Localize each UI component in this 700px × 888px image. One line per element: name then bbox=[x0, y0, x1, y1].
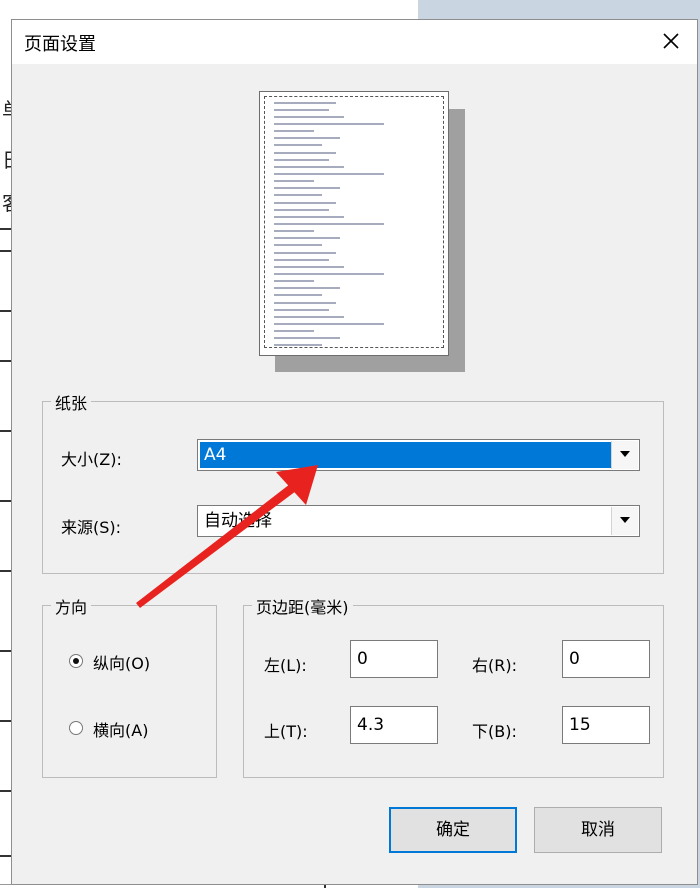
portrait-radio-label: 纵向(O) bbox=[93, 654, 151, 673]
chevron-down-icon bbox=[620, 451, 630, 457]
close-icon bbox=[663, 33, 679, 49]
preview-text-line bbox=[274, 287, 340, 289]
preview-text-line bbox=[274, 202, 336, 204]
preview-text-line bbox=[274, 337, 340, 339]
landscape-radio-label: 横向(A) bbox=[93, 721, 149, 740]
cancel-button[interactable]: 取消 bbox=[534, 807, 662, 853]
preview-text-line bbox=[274, 302, 336, 304]
preview-text-line bbox=[274, 109, 329, 111]
preview-text-line bbox=[274, 230, 314, 232]
background-rule bbox=[0, 650, 11, 652]
preview-text-line bbox=[274, 273, 384, 275]
margin-top-label: 上(T): bbox=[264, 722, 308, 741]
background-rule bbox=[0, 310, 11, 312]
preview-text-line bbox=[274, 330, 314, 332]
preview-text-line bbox=[274, 244, 322, 246]
paper-group-label: 纸张 bbox=[51, 390, 92, 414]
orientation-group-label: 方向 bbox=[51, 594, 92, 618]
preview-text-line bbox=[274, 187, 340, 189]
ok-button[interactable]: 确定 bbox=[389, 807, 517, 853]
paper-size-value: A4 bbox=[200, 442, 611, 468]
preview-text-line bbox=[274, 266, 344, 268]
background-rule bbox=[0, 855, 11, 857]
landscape-radio[interactable]: 横向(A) bbox=[69, 717, 209, 741]
margin-bottom-label: 下(B): bbox=[472, 722, 517, 741]
preview-text-line bbox=[274, 344, 322, 346]
margin-bottom-input[interactable] bbox=[562, 706, 650, 744]
preview-text-line bbox=[274, 237, 340, 239]
preview-text-line bbox=[274, 252, 336, 254]
portrait-radio[interactable]: 纵向(O) bbox=[69, 650, 209, 674]
paper-group: 纸张 大小(Z): A4 来源(S): 自动选择 bbox=[42, 390, 664, 574]
preview-text-line bbox=[274, 102, 336, 104]
page-setup-dialog: 页面设置 纸张 大小(Z): A4 来源(S): 自动选择 方向 纵向(O) 横… bbox=[11, 19, 698, 885]
preview-text-line bbox=[274, 259, 329, 261]
margins-group-label: 页边距(毫米) bbox=[252, 594, 353, 618]
background-rule bbox=[0, 250, 11, 252]
paper-size-label: 大小(Z): bbox=[61, 450, 122, 469]
preview-text-line bbox=[274, 209, 329, 211]
radio-indicator bbox=[69, 654, 83, 668]
preview-text-line bbox=[274, 130, 314, 132]
margin-right-label: 右(R): bbox=[472, 656, 517, 675]
preview-text-line bbox=[274, 173, 384, 175]
dialog-title: 页面设置 bbox=[24, 34, 96, 55]
margin-top-input[interactable] bbox=[350, 706, 438, 744]
page-preview bbox=[259, 91, 449, 356]
background-rule bbox=[0, 790, 11, 792]
background-rule bbox=[0, 228, 11, 230]
preview-text-line bbox=[274, 223, 384, 225]
preview-text-line bbox=[274, 309, 329, 311]
background-rule bbox=[0, 360, 11, 362]
radio-indicator bbox=[69, 721, 83, 735]
background-rule bbox=[0, 500, 11, 502]
radio-selected-dot bbox=[73, 658, 79, 664]
preview-text-line bbox=[274, 294, 322, 296]
screen: 单 日 客 页面设置 bbox=[0, 0, 700, 888]
chevron-down-icon bbox=[620, 517, 630, 523]
margin-left-label: 左(L): bbox=[264, 656, 307, 675]
close-button[interactable] bbox=[651, 24, 691, 60]
preview-text-line bbox=[274, 152, 336, 154]
orientation-group: 方向 纵向(O) 横向(A) bbox=[42, 594, 217, 778]
margin-left-input[interactable] bbox=[350, 640, 438, 678]
paper-source-select[interactable]: 自动选择 bbox=[197, 505, 640, 537]
dialog-titlebar[interactable]: 页面设置 bbox=[12, 20, 697, 64]
preview-text-line bbox=[274, 123, 384, 125]
background-rule bbox=[0, 570, 11, 572]
preview-text-line bbox=[274, 166, 344, 168]
paper-source-value: 自动选择 bbox=[204, 511, 272, 531]
paper-source-dropdown-button[interactable] bbox=[611, 507, 638, 535]
paper-size-select[interactable]: A4 bbox=[197, 439, 640, 471]
preview-text-line bbox=[274, 159, 329, 161]
background-rule bbox=[0, 720, 11, 722]
margins-group: 页边距(毫米) 左(L): 右(R): 上(T): 下(B): bbox=[243, 594, 664, 778]
background-rule bbox=[0, 430, 11, 432]
preview-text-line bbox=[274, 323, 384, 325]
paper-size-dropdown-button[interactable] bbox=[611, 441, 638, 469]
paper-source-label: 来源(S): bbox=[61, 518, 122, 537]
preview-text-line bbox=[274, 316, 344, 318]
preview-text-line bbox=[274, 137, 340, 139]
preview-text-line bbox=[274, 180, 314, 182]
preview-text-line bbox=[274, 216, 344, 218]
preview-text-line bbox=[274, 280, 314, 282]
preview-text-line bbox=[274, 144, 322, 146]
preview-text-line bbox=[274, 194, 322, 196]
margin-right-input[interactable] bbox=[562, 640, 650, 678]
preview-text-line bbox=[274, 116, 344, 118]
